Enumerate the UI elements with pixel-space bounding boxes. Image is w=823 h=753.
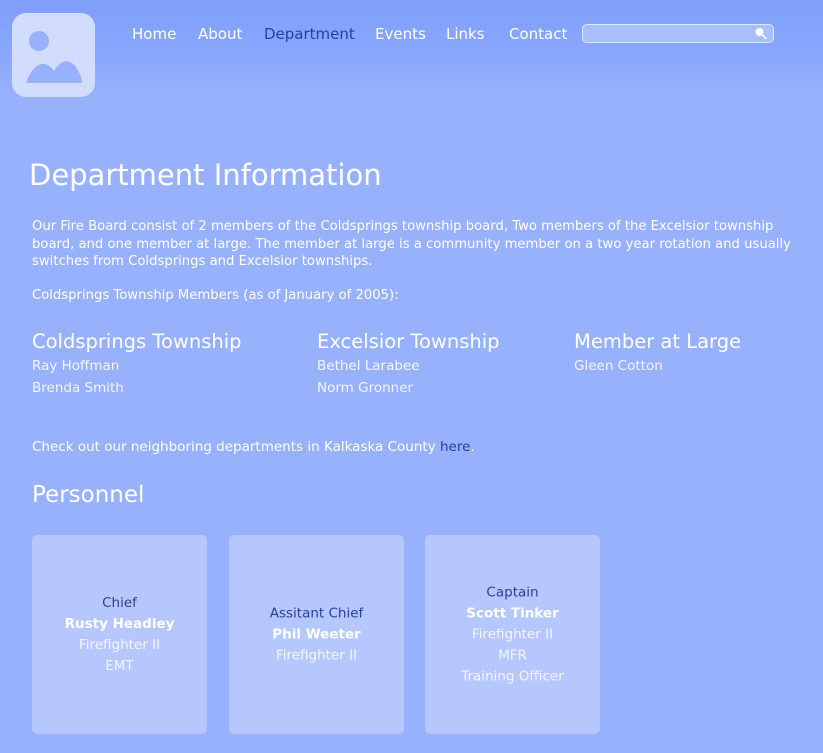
personnel-card-chief: Chief Rusty Headley Firefighter II EMT bbox=[32, 535, 207, 734]
personnel-title: Chief bbox=[102, 594, 137, 611]
intro-paragraph: Our Fire Board consist of 2 members of t… bbox=[32, 219, 791, 269]
member-name: Brenda Smith bbox=[32, 380, 124, 396]
personnel-qualification: Firefighter II bbox=[275, 647, 358, 663]
personnel-qualification: EMT bbox=[105, 657, 134, 674]
personnel-qualification: Firefighter II bbox=[471, 626, 554, 642]
search-input[interactable] bbox=[589, 26, 753, 42]
member-name: Bethel Larabee bbox=[317, 358, 420, 374]
personnel-name: Scott Tinker bbox=[466, 605, 559, 621]
nav-about[interactable]: About bbox=[198, 24, 242, 44]
nav-events[interactable]: Events bbox=[375, 24, 426, 44]
personnel-qualification: Training Officer bbox=[461, 668, 564, 684]
neighbor-text: Check out our neighboring departments in… bbox=[32, 439, 475, 455]
neighbor-text-lead: Check out our neighboring departments in… bbox=[32, 439, 440, 455]
image-placeholder-icon bbox=[26, 31, 82, 83]
personnel-card-captain: Captain Scott Tinker Firefighter II MFR … bbox=[425, 535, 600, 734]
column-heading: Coldsprings Township bbox=[32, 330, 242, 353]
personnel-qualification: MFR bbox=[498, 647, 527, 663]
neighbor-text-end: . bbox=[470, 439, 475, 455]
page-title: Department Information bbox=[29, 158, 382, 192]
personnel-title: Captain bbox=[486, 584, 539, 600]
member-name: Norm Gronner bbox=[317, 380, 414, 396]
column-coldsprings: Coldsprings Township Ray Hoffman Brenda … bbox=[32, 330, 242, 398]
member-name: Gleen Cotton bbox=[574, 358, 663, 374]
column-heading: Excelsior Township bbox=[317, 330, 500, 353]
nav-links[interactable]: Links bbox=[446, 24, 485, 44]
personnel-qualification: Firefighter II bbox=[78, 636, 161, 653]
personnel-card-assistant-chief: Assitant Chief Phil Weeter Firefighter I… bbox=[229, 535, 404, 734]
personnel-title: Assitant Chief bbox=[269, 605, 364, 621]
header-band bbox=[0, 0, 823, 100]
column-excelsior: Excelsior Township Bethel Larabee Norm G… bbox=[317, 330, 500, 398]
personnel-heading: Personnel bbox=[32, 482, 145, 508]
logo[interactable] bbox=[12, 13, 95, 97]
nav-home[interactable]: Home bbox=[132, 24, 176, 44]
search-box bbox=[582, 24, 774, 43]
search-icon[interactable] bbox=[754, 26, 768, 40]
personnel-name: Phil Weeter bbox=[272, 626, 361, 642]
personnel-name: Rusty Headley bbox=[64, 615, 175, 632]
member-name: Ray Hoffman bbox=[32, 358, 120, 374]
nav-contact[interactable]: Contact bbox=[509, 24, 567, 44]
nav-department[interactable]: Department bbox=[264, 24, 355, 44]
members-as-of: Coldsprings Township Members (as of Janu… bbox=[32, 288, 399, 303]
neighbor-link[interactable]: here bbox=[440, 439, 470, 455]
column-member-at-large: Member at Large Gleen Cotton bbox=[574, 330, 741, 376]
column-heading: Member at Large bbox=[574, 330, 742, 353]
